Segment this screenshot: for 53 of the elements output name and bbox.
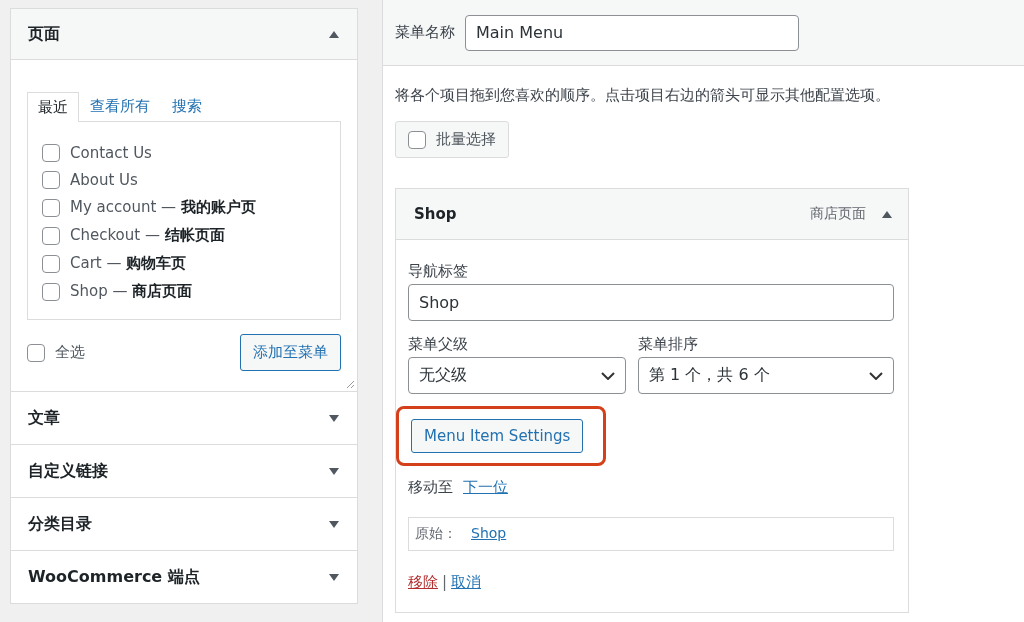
navigation-label-label: 导航标签 [408,262,468,281]
expand-arrow-icon[interactable] [329,520,339,528]
page-label: Shop — 商店页面 [70,282,193,301]
expand-arrow-icon[interactable] [329,414,339,422]
bulk-select-control[interactable]: 批量选择 [395,121,509,158]
page-label: Cart — 购物车页 [70,254,187,273]
page-label: Checkout — 结帐页面 [70,226,225,245]
move-down-link[interactable]: 下一位 [463,478,508,497]
tab[interactable]: 查看所有 [79,91,161,121]
checkbox[interactable] [42,171,60,189]
menu-order-dropdown[interactable]: 第 1 个，共 6 个 [638,357,894,394]
section-title: 文章 [28,407,60,429]
page-label: My account — 我的账户页 [70,198,256,217]
checkbox[interactable] [42,198,60,217]
section-title: 自定义链接 [28,460,108,482]
original-label: 原始： [415,525,457,543]
checkbox[interactable] [42,226,60,245]
menu-name-label: 菜单名称 [395,23,455,42]
menu-item-title: Shop [414,205,458,223]
collapse-arrow-icon[interactable] [882,210,892,218]
cancel-link[interactable]: 取消 [451,573,482,592]
chevron-down-icon [601,371,615,380]
menu-item-settings-button[interactable]: Menu Item Settings [411,419,584,453]
select-all-label: 全选 [55,343,85,362]
add-to-menu-button[interactable]: 添加至菜单 [240,334,341,371]
move-to-label: 移动至 [408,478,453,497]
menu-parent-dropdown[interactable]: 无父级 [408,357,626,394]
expand-arrow-icon[interactable] [329,573,339,581]
menu-order-label: 菜单排序 [638,335,699,354]
menu-parent-label: 菜单父级 [408,335,469,354]
section-title: 页面 [28,23,60,45]
section-title: 分类目录 [28,513,92,535]
select-all-checkbox[interactable] [27,343,45,362]
collapse-arrow-icon[interactable] [329,30,339,38]
remove-link[interactable]: 移除 [408,573,438,592]
page-label: Contact Us [70,144,152,162]
tab[interactable]: 最近 [27,92,79,122]
menu-name-field[interactable]: Main Menu [465,14,799,51]
page-label: About Us [70,171,138,189]
checkbox[interactable] [42,282,60,301]
separator: | [442,573,448,592]
expand-arrow-icon[interactable] [329,467,339,475]
menu-item-type: 商店页面 [810,205,866,223]
section-title: WooCommerce 端点 [28,566,200,588]
instructions-text: 将各个项目拖到您喜欢的顺序。点击项目右边的箭头可显示其他配置选项。 [395,86,891,105]
checkbox[interactable] [408,130,426,149]
tab[interactable]: 搜索 [161,91,213,121]
original-link[interactable]: Shop [471,525,507,543]
chevron-down-icon [869,371,883,380]
checkbox[interactable] [42,254,60,273]
resize-handle-icon[interactable] [345,379,355,389]
navigation-label-field[interactable]: Shop [408,284,894,321]
checkbox[interactable] [42,144,60,162]
